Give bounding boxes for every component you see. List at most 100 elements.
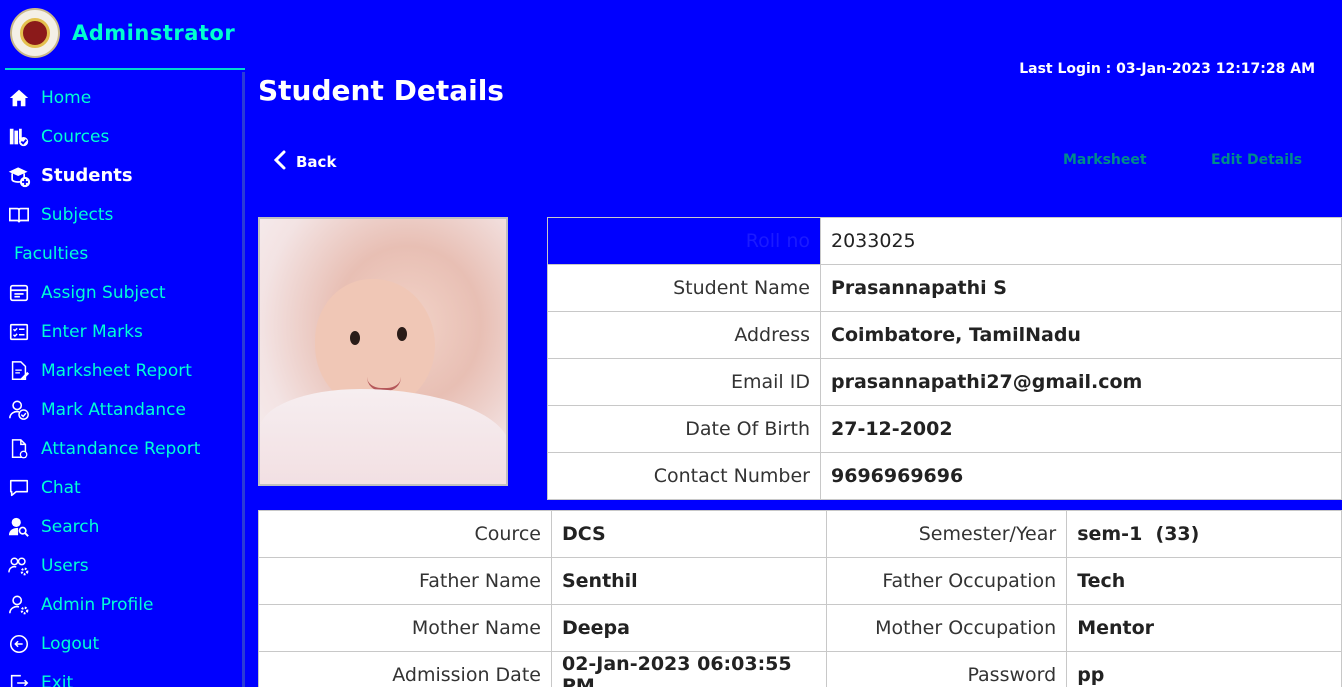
sidebar-nav: Home Cources Students Subjects Faculties [0,78,242,687]
mother-occupation-value: Mentor [1066,604,1342,652]
mother-occupation-label: Mother Occupation [825,604,1068,652]
sidebar-item-users[interactable]: Users [0,546,242,585]
semester-value: sem-1 (33) [1066,510,1342,558]
user-search-icon [7,515,31,539]
sidebar-divider [242,72,245,687]
sidebar-item-label: Enter Marks [41,321,143,342]
sidebar-item-mark-attandance[interactable]: Mark Attandance [0,390,242,429]
table-row: Admission Date 02-Jan-2023 06:03:55 PM P… [258,651,1342,687]
table-row: Roll no 2033025 [547,217,1342,265]
last-login-text: Last Login : 03-Jan-2023 12:17:28 AM [1019,61,1315,77]
father-occupation-value: Tech [1066,557,1342,605]
brand-title: Adminstrator [72,21,236,45]
table-row: Mother Name Deepa Mother Occupation Ment… [258,604,1342,652]
logout-icon [7,632,31,656]
open-book-icon [7,203,31,227]
sidebar-item-search[interactable]: Search [0,507,242,546]
address-label: Address [547,311,821,359]
books-icon [7,125,31,149]
marksheet-link[interactable]: Marksheet [1063,152,1147,168]
sidebar-item-subjects[interactable]: Subjects [0,195,242,234]
assign-icon [7,281,31,305]
users-gear-icon [7,554,31,578]
email-value: prasannapathi27@gmail.com [820,358,1342,406]
student-info-table: Roll no 2033025 Student Name Prasannapat… [547,217,1342,500]
sidebar-item-label: Faculties [14,243,89,264]
back-button[interactable]: Back [273,150,337,174]
sidebar-item-students[interactable]: Students [0,156,242,195]
sidebar-item-logout[interactable]: Logout [0,624,242,663]
table-row: Address Coimbatore, TamilNadu [547,311,1342,359]
sidebar-item-label: Admin Profile [41,594,154,615]
contact-label: Contact Number [547,452,821,500]
sidebar-item-cources[interactable]: Cources [0,117,242,156]
user-gear-icon [7,593,31,617]
student-name-value: Prasannapathi S [820,264,1342,312]
institute-logo [10,8,60,58]
roll-no-label: Roll no [547,217,821,265]
student-details-table: Cource DCS Semester/Year sem-1 (33) Fath… [258,510,1342,687]
cource-label: Cource [258,510,552,558]
mother-name-label: Mother Name [258,604,552,652]
brand: Adminstrator [10,8,235,58]
sidebar-item-label: Chat [41,477,81,498]
student-photo [258,217,508,486]
edit-details-link[interactable]: Edit Details [1211,152,1302,168]
sidebar-item-enter-marks[interactable]: Enter Marks [0,312,242,351]
document-icon [7,437,31,461]
father-name-value: Senthil [550,557,827,605]
table-row: Cource DCS Semester/Year sem-1 (33) [258,510,1342,558]
table-row: Student Name Prasannapathi S [547,264,1342,312]
checklist-icon [7,320,31,344]
home-icon [7,86,31,110]
password-label: Password [825,651,1068,687]
page-title: Student Details [258,74,504,107]
address-value: Coimbatore, TamilNadu [820,311,1342,359]
email-label: Email ID [547,358,821,406]
table-row: Date Of Birth 27-12-2002 [547,405,1342,453]
sidebar-item-label: Cources [41,126,110,147]
roll-no-value: 2033025 [820,217,1342,265]
password-value: pp [1066,651,1342,687]
semester-label: Semester/Year [825,510,1068,558]
student-icon [7,164,31,188]
sidebar-item-attandance-report[interactable]: Attandance Report [0,429,242,468]
sidebar-item-label: Attandance Report [41,438,201,459]
student-name-label: Student Name [547,264,821,312]
sidebar-item-label: Assign Subject [41,282,166,303]
sidebar-item-chat[interactable]: Chat [0,468,242,507]
father-name-label: Father Name [258,557,552,605]
back-label: Back [296,153,337,171]
table-row: Father Name Senthil Father Occupation Te… [258,557,1342,605]
sidebar-item-home[interactable]: Home [0,78,242,117]
mother-name-value: Deepa [550,604,827,652]
sidebar-item-label: Logout [41,633,100,654]
sidebar-item-label: Home [41,87,92,108]
sidebar-item-marksheet-report[interactable]: Marksheet Report [0,351,242,390]
sidebar-item-label: Exit [41,672,74,687]
sidebar-item-label: Marksheet Report [41,360,192,381]
sidebar-item-label: Users [41,555,89,576]
exit-icon [7,671,31,687]
table-row: Contact Number 9696969696 [547,452,1342,500]
sidebar-item-faculties[interactable]: Faculties [0,234,242,273]
document-edit-icon [7,359,31,383]
sidebar-item-label: Mark Attandance [41,399,186,420]
sidebar-item-admin-profile[interactable]: Admin Profile [0,585,242,624]
user-check-icon [7,398,31,422]
father-occupation-label: Father Occupation [825,557,1068,605]
sidebar-item-label: Students [41,165,133,186]
admission-date-label: Admission Date [258,651,552,687]
cource-value: DCS [550,510,827,558]
chat-icon [7,476,31,500]
sidebar: Adminstrator Home Cources Students Subje… [0,0,246,687]
brand-divider [5,68,245,70]
sidebar-item-label: Search [41,516,100,537]
admission-date-value: 02-Jan-2023 06:03:55 PM [550,651,827,687]
dob-value: 27-12-2002 [820,405,1342,453]
sidebar-item-exit[interactable]: Exit [0,663,242,687]
sidebar-item-assign-subject[interactable]: Assign Subject [0,273,242,312]
dob-label: Date Of Birth [547,405,821,453]
table-row: Email ID prasannapathi27@gmail.com [547,358,1342,406]
contact-value: 9696969696 [820,452,1342,500]
